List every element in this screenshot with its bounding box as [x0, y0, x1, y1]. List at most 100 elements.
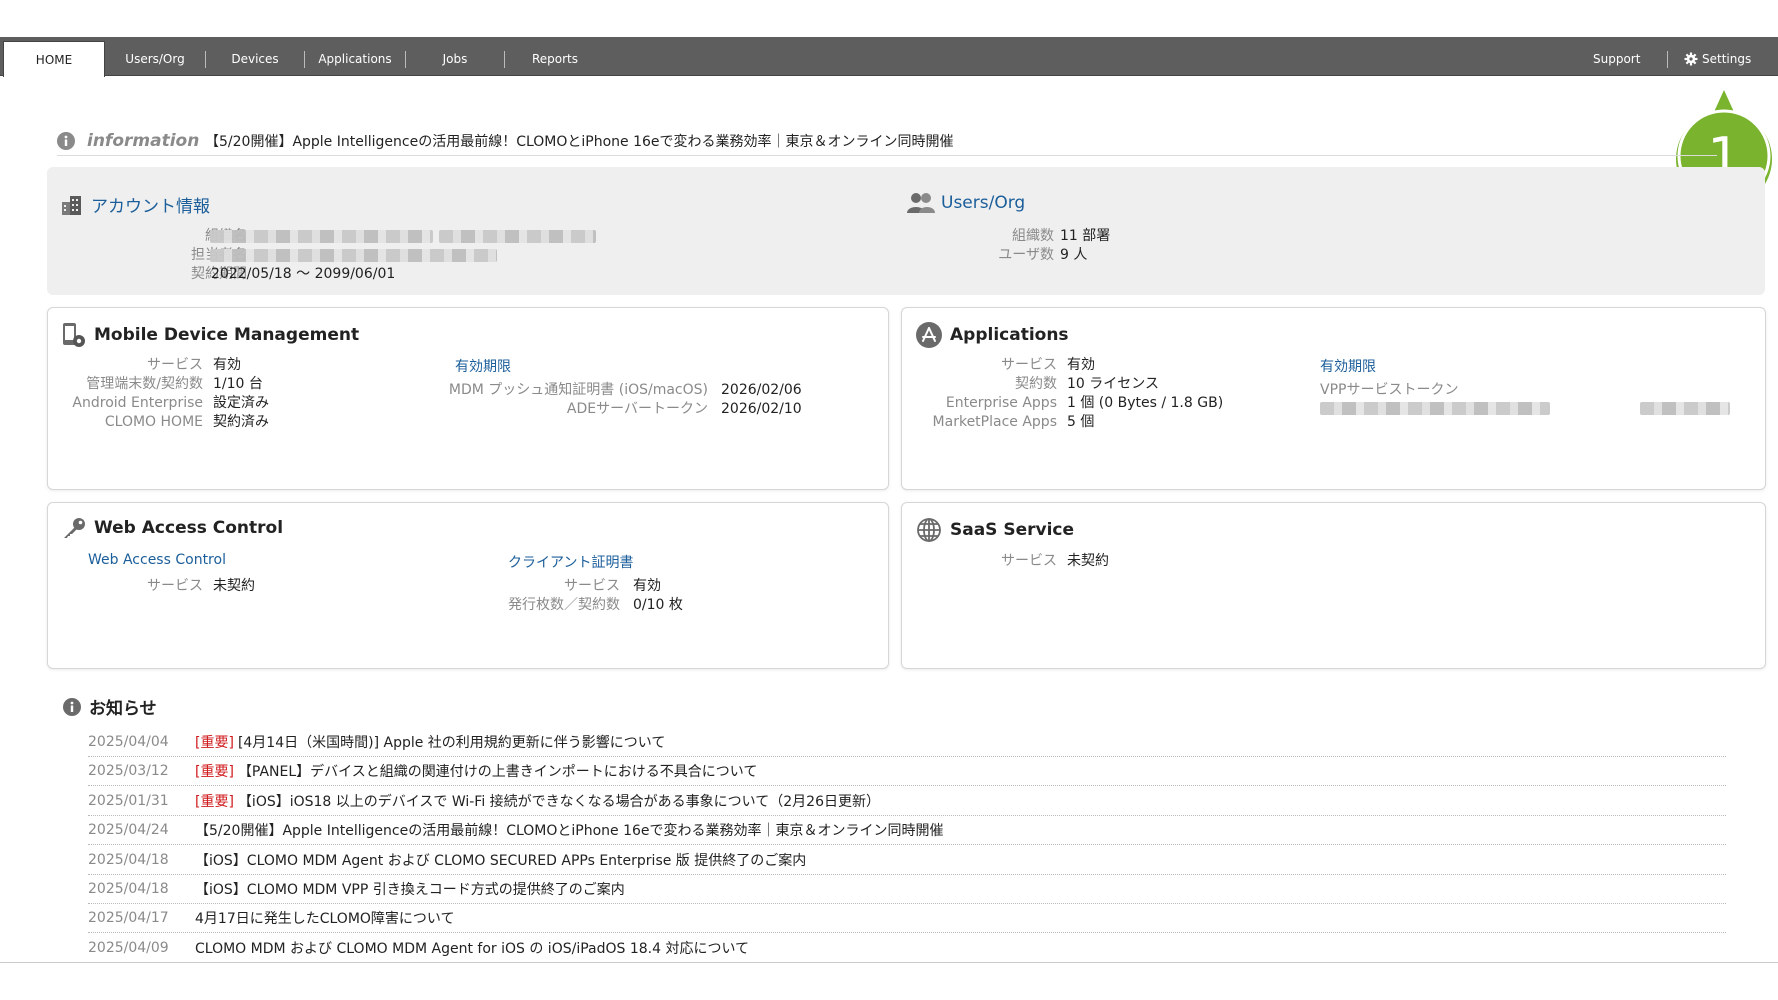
- users-org-heading[interactable]: Users/Org: [907, 192, 1025, 214]
- information-link[interactable]: 【5/20開催】Apple Intelligenceの活用最前線！CLOMOとi…: [205, 131, 954, 151]
- saas-title: SaaS Service: [950, 520, 1075, 540]
- mdm-title: Mobile Device Management: [94, 325, 360, 345]
- device-settings-icon: [62, 322, 86, 348]
- mdm-clomo-home-value: 契約済み: [213, 414, 269, 430]
- apps-marketplace-label: MarketPlace Apps: [932, 414, 1057, 430]
- footer-divider: [0, 962, 1778, 963]
- news-item[interactable]: 2025/03/12 [重要] 【PANEL】デバイスと組織の関連付けの上書きインポ…: [88, 757, 1726, 787]
- news-link[interactable]: 【iOS】iOS18 以上のデバイスで Wi-Fi 接続ができなくなる場合がある…: [238, 791, 880, 811]
- tab-reports[interactable]: Reports: [510, 42, 600, 76]
- tab-divider: [304, 51, 305, 68]
- saas-heading[interactable]: SaaS Service: [916, 517, 1074, 543]
- news-link[interactable]: 【5/20開催】Apple Intelligenceの活用最前線！CLOMOとi…: [195, 820, 944, 840]
- mdm-clomo-home-label: CLOMO HOME: [104, 414, 203, 430]
- tab-applications[interactable]: Applications: [308, 42, 402, 76]
- org-name-redacted: [210, 230, 433, 243]
- mdm-push-cert-label: MDM プッシュ通知証明書 (iOS/macOS): [448, 382, 708, 398]
- mdm-expiry-link[interactable]: 有効期限: [455, 356, 511, 376]
- news-link[interactable]: 【iOS】CLOMO MDM VPP 引き換えコード方式の提供終了のご案内: [195, 879, 625, 899]
- wac-service-label: サービス: [147, 578, 203, 594]
- information-bar: information 【5/20開催】Apple Intelligenceの活…: [57, 126, 1717, 156]
- page: HOME Users/Org Devices Applications Jobs…: [0, 0, 1778, 1000]
- apps-licenses-label: 契約数: [1015, 376, 1057, 392]
- news-item[interactable]: 2025/04/04 [重要] [4月14日（米国時間)] Apple 社の利用規約…: [88, 728, 1726, 757]
- org-count-label: 組織数: [1012, 228, 1054, 244]
- apps-expiry-link[interactable]: 有効期限: [1320, 356, 1376, 376]
- mdm-ade-token-value: 2026/02/10: [721, 401, 802, 417]
- account-info-heading[interactable]: アカウント情報: [61, 192, 210, 217]
- mdm-push-cert-value: 2026/02/06: [721, 382, 802, 398]
- news-item[interactable]: 2025/04/17 4月17日に発生したCLOMO障害について: [88, 904, 1726, 934]
- mdm-service-value: 有効: [213, 357, 241, 373]
- cert-count-value: 0/10 枚: [633, 597, 683, 613]
- account-summary-panel: アカウント情報 組織名 担当者名 契約期間 2022/05/18 〜 2099/…: [47, 167, 1765, 295]
- app-store-icon: [916, 322, 942, 348]
- users-org-title: Users/Org: [941, 193, 1026, 213]
- users-icon: [907, 192, 935, 214]
- news-date: 2025/04/09: [88, 939, 169, 956]
- user-count-label: ユーザ数: [998, 247, 1054, 263]
- apps-marketplace-value: 5 個: [1067, 414, 1095, 430]
- user-count-value: 9 人: [1060, 247, 1088, 263]
- account-info-title: アカウント情報: [91, 197, 210, 217]
- vpp-token-redacted: [1320, 402, 1550, 415]
- news-item[interactable]: 2025/04/24 【5/20開催】Apple Intelligenceの活用最…: [88, 816, 1726, 846]
- news-date: 2025/04/18: [88, 851, 169, 868]
- org-count-value: 11 部署: [1060, 228, 1111, 244]
- info-icon: [57, 131, 75, 150]
- wac-heading[interactable]: Web Access Control: [62, 517, 283, 539]
- applications-heading[interactable]: Applications: [916, 322, 1069, 348]
- mdm-card: Mobile Device Management サービス 有効 管理端末数/契…: [47, 307, 889, 490]
- important-badge: [重要]: [195, 764, 234, 781]
- news-link[interactable]: [4月14日（米国時間)] Apple 社の利用規約更新に伴う影響について: [238, 732, 665, 752]
- news-link[interactable]: 4月17日に発生したCLOMO障害について: [195, 908, 455, 928]
- news-heading: お知らせ: [63, 694, 157, 719]
- news-item[interactable]: 2025/01/31 [重要] 【iOS】iOS18 以上のデバイスで Wi-Fi …: [88, 787, 1726, 816]
- tab-divider: [405, 51, 406, 68]
- news-link[interactable]: CLOMO MDM および CLOMO MDM Agent for iOS の …: [195, 938, 749, 958]
- news-date: 2025/04/24: [88, 822, 169, 839]
- wac-title: Web Access Control: [94, 518, 284, 538]
- news-item[interactable]: 2025/04/09 CLOMO MDM および CLOMO MDM Agent …: [88, 934, 1726, 963]
- owner-redacted: [210, 249, 497, 262]
- mdm-heading[interactable]: Mobile Device Management: [62, 322, 359, 348]
- client-cert-link[interactable]: クライアント証明書: [508, 552, 633, 572]
- news-title: お知らせ: [89, 699, 157, 719]
- important-badge: [重要]: [195, 793, 234, 810]
- info-icon: [63, 697, 81, 716]
- mdm-android-value: 設定済み: [213, 395, 269, 411]
- support-link[interactable]: Support: [1593, 42, 1640, 76]
- nav-divider: [1667, 51, 1668, 68]
- mdm-ade-token-label: ADEサーバートークン: [566, 401, 708, 417]
- apps-licenses-value: 10 ライセンス: [1067, 376, 1159, 392]
- news-item[interactable]: 2025/04/18 【iOS】CLOMO MDM Agent および CLOMO…: [88, 846, 1726, 875]
- tab-devices[interactable]: Devices: [210, 42, 300, 76]
- news-link[interactable]: 【PANEL】デバイスと組織の関連付けの上書きインポートにおける不具合について: [238, 761, 757, 781]
- settings-link[interactable]: Settings: [1684, 42, 1751, 76]
- tab-divider: [205, 51, 206, 68]
- news-link[interactable]: 【iOS】CLOMO MDM Agent および CLOMO SECURED A…: [195, 850, 806, 870]
- important-badge: [重要]: [195, 735, 234, 751]
- news-date: 2025/04/18: [88, 881, 169, 897]
- web-access-control-card: Web Access Control Web Access Control サー…: [47, 502, 889, 669]
- wac-link[interactable]: Web Access Control: [88, 552, 226, 568]
- apps-service-label: サービス: [1001, 357, 1057, 373]
- tab-jobs[interactable]: Jobs: [410, 42, 500, 76]
- news-date: 2025/01/31: [88, 792, 169, 809]
- gear-icon: [1684, 52, 1698, 66]
- news-item[interactable]: 2025/04/18 【iOS】CLOMO MDM VPP 引き換えコード方式の提…: [88, 875, 1726, 904]
- apps-enterprise-label: Enterprise Apps: [945, 395, 1057, 411]
- mdm-service-label: サービス: [147, 357, 203, 373]
- saas-service-label: サービス: [1001, 553, 1057, 569]
- apps-service-value: 有効: [1067, 357, 1095, 373]
- news-date: 2025/03/12: [88, 763, 169, 780]
- applications-title: Applications: [950, 325, 1069, 345]
- building-icon: [61, 194, 83, 216]
- tab-users-org[interactable]: Users/Org: [110, 42, 200, 76]
- cert-count-label: 発行枚数／契約数: [508, 597, 620, 613]
- vpp-token-label: VPPサービストークン: [1320, 382, 1459, 398]
- tab-home[interactable]: HOME: [3, 41, 105, 77]
- mdm-devices-label: 管理端末数/契約数: [86, 376, 203, 392]
- news-date: 2025/04/17: [88, 910, 169, 927]
- key-icon: [62, 517, 86, 539]
